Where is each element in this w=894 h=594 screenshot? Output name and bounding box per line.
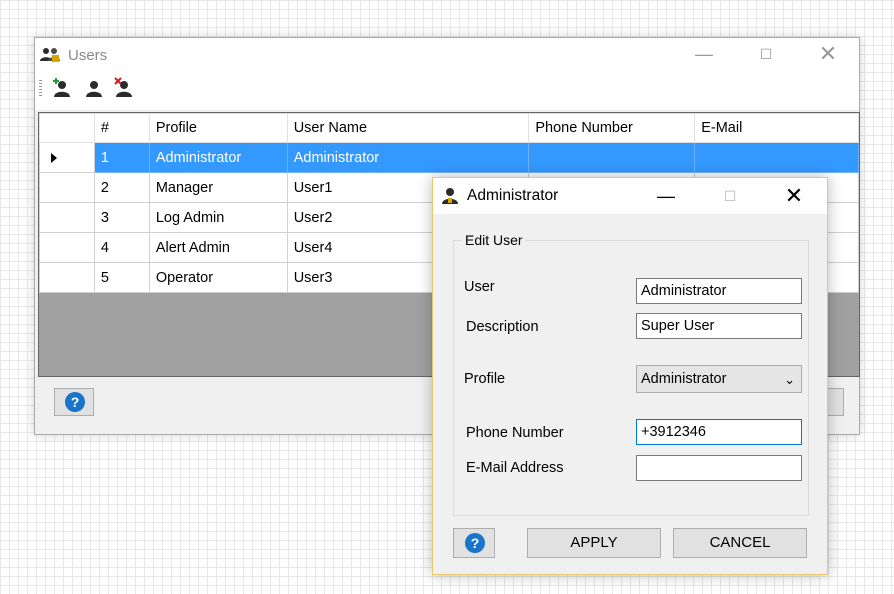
profile-select[interactable]: Administrator ⌄ [636, 365, 802, 393]
user-label: User [464, 279, 495, 295]
description-label: Description [466, 319, 539, 335]
row-header-corner [39, 113, 95, 143]
row-selector[interactable] [39, 202, 95, 233]
minimize-button[interactable]: — [643, 180, 689, 214]
cell-number[interactable]: 1 [93, 142, 150, 173]
column-header-number[interactable]: # [93, 113, 150, 143]
close-button[interactable]: ✕ [805, 38, 851, 72]
column-header-user-name[interactable]: User Name [286, 113, 530, 143]
toolbar-grip[interactable] [39, 80, 42, 98]
cell-number[interactable]: 5 [93, 262, 150, 293]
column-header-email[interactable]: E-Mail [694, 113, 859, 143]
maximize-button[interactable]: ☐ [743, 38, 789, 72]
table-row[interactable]: 1 Administrator Administrator [39, 142, 859, 173]
cancel-button[interactable]: CANCEL [673, 528, 807, 558]
cell-profile[interactable]: Log Admin [148, 202, 288, 233]
help-button[interactable]: ? [453, 528, 495, 558]
column-header-phone-number[interactable]: Phone Number [528, 113, 696, 143]
current-row-arrow-icon [51, 152, 57, 163]
dialog-title: Administrator [467, 187, 559, 204]
users-window-title: Users [68, 47, 108, 64]
add-user-icon[interactable] [51, 77, 73, 99]
cell-number[interactable]: 4 [93, 232, 150, 263]
cell-profile[interactable]: Alert Admin [148, 232, 288, 263]
cell-email[interactable] [694, 142, 859, 173]
delete-user-icon[interactable] [113, 77, 135, 99]
cell-number[interactable]: 3 [93, 202, 150, 233]
column-header-profile[interactable]: Profile [148, 113, 288, 143]
email-address-label: E-Mail Address [466, 460, 564, 476]
help-icon: ? [465, 533, 485, 553]
phone-number-label: Phone Number [466, 425, 564, 441]
apply-button[interactable]: APPLY [527, 528, 661, 558]
row-selector[interactable] [39, 142, 95, 173]
user-field[interactable] [636, 278, 802, 304]
cell-user-name[interactable]: Administrator [286, 142, 530, 173]
profile-label: Profile [464, 371, 506, 387]
users-toolbar [35, 74, 859, 110]
email-address-field[interactable] [636, 455, 802, 481]
user-icon [442, 188, 458, 204]
cell-profile[interactable]: Operator [148, 262, 288, 293]
cell-profile[interactable]: Administrator [148, 142, 288, 173]
maximize-button[interactable]: ☐ [707, 180, 753, 214]
cell-phone[interactable] [528, 142, 696, 173]
help-icon: ? [65, 392, 85, 412]
table-header-row: # Profile User Name Phone Number E-Mail [39, 113, 859, 143]
row-selector[interactable] [39, 262, 95, 293]
row-selector[interactable] [39, 232, 95, 263]
cell-number[interactable]: 2 [93, 172, 150, 203]
row-selector[interactable] [39, 172, 95, 203]
dialog-titlebar[interactable]: Administrator — ☐ ✕ [433, 178, 827, 214]
edit-user-group: Edit User User Description Profile Admin… [453, 232, 809, 516]
users-titlebar[interactable]: Users — ☐ ✕ [35, 38, 859, 74]
users-icon [40, 48, 60, 62]
group-title: Edit User [462, 232, 526, 248]
phone-number-field[interactable] [636, 419, 802, 445]
description-field[interactable] [636, 313, 802, 339]
close-button[interactable]: ✕ [771, 180, 817, 214]
edit-user-dialog: Administrator — ☐ ✕ Edit User User Descr… [432, 177, 828, 575]
partially-hidden-button[interactable] [828, 388, 844, 416]
help-button[interactable]: ? [54, 388, 94, 416]
user-icon[interactable] [83, 77, 105, 99]
profile-select-value: Administrator [641, 371, 727, 387]
minimize-button[interactable]: — [681, 38, 727, 72]
chevron-down-icon: ⌄ [784, 372, 795, 387]
cell-profile[interactable]: Manager [148, 172, 288, 203]
